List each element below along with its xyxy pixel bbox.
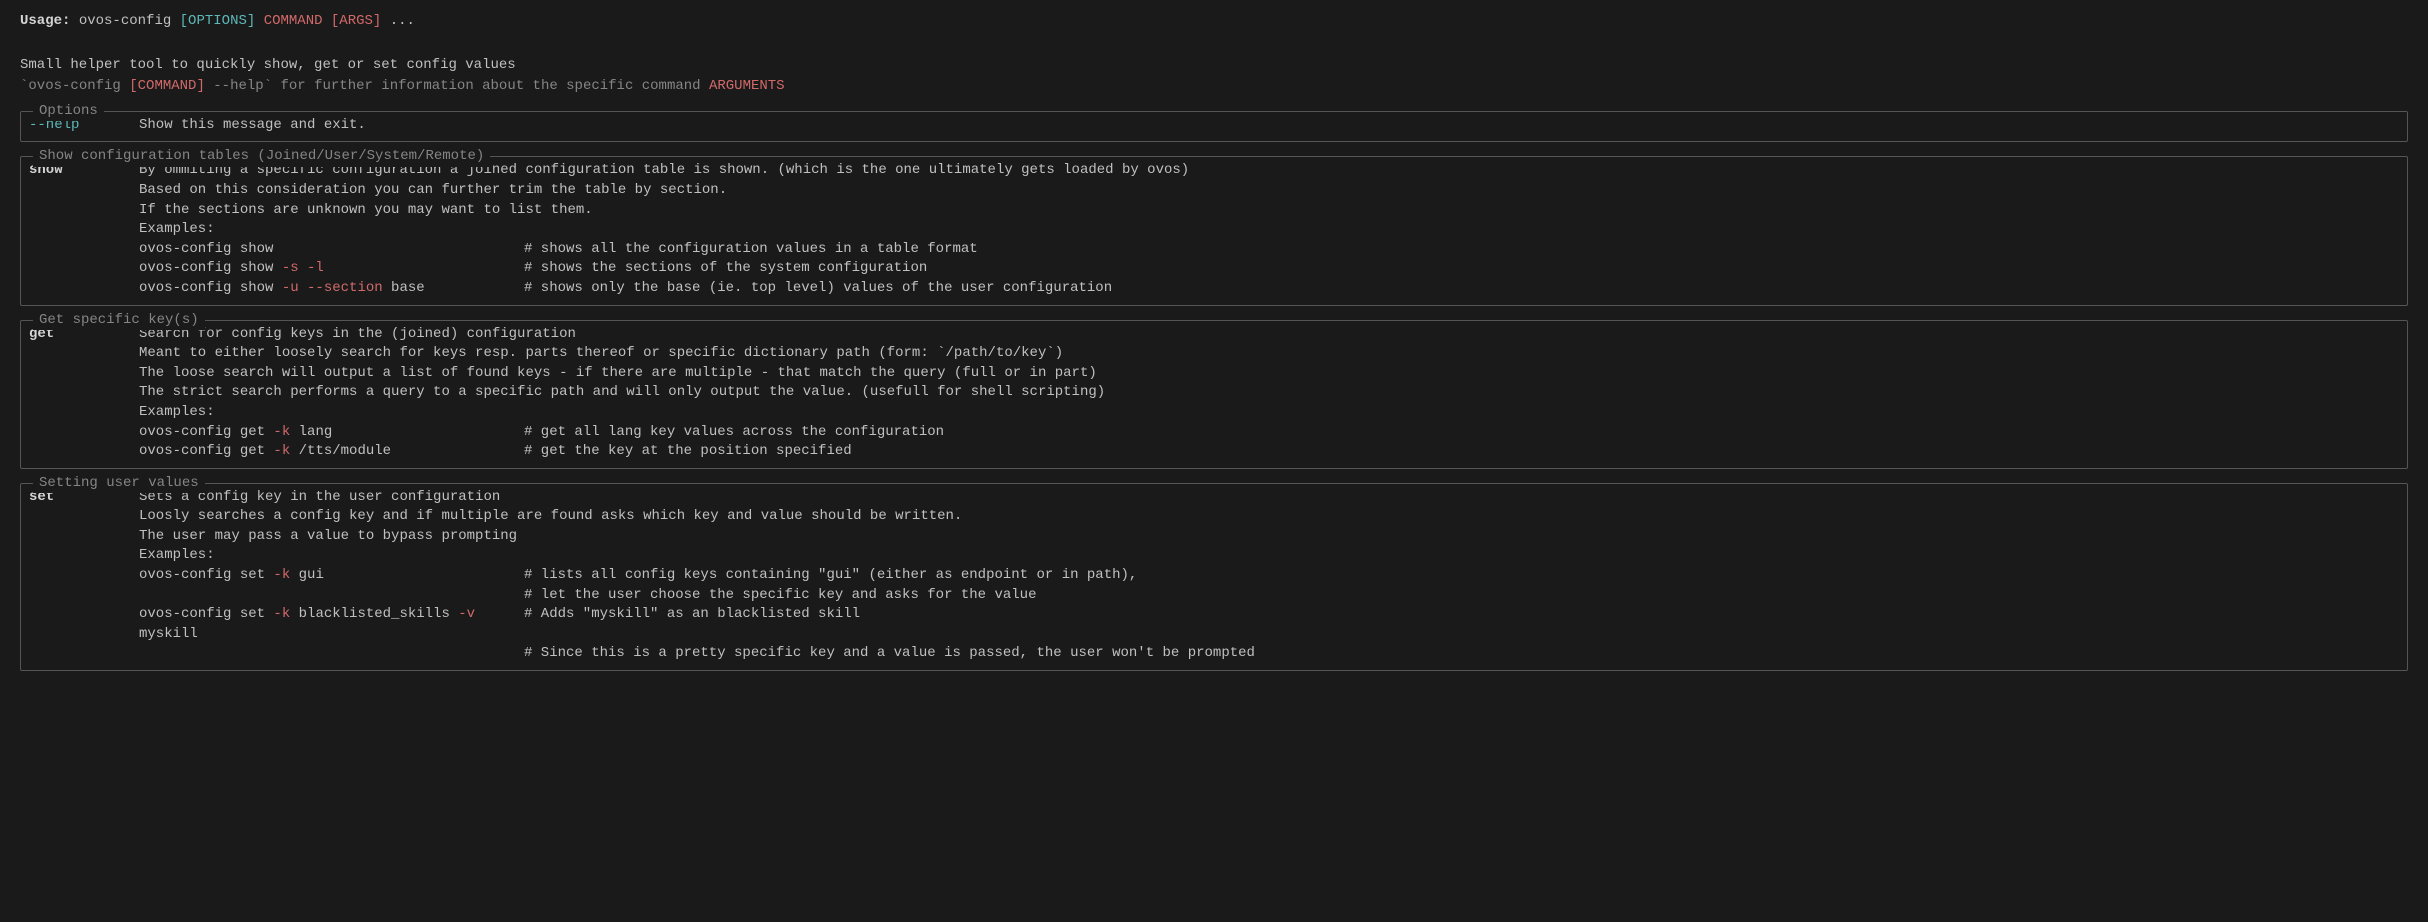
set-section-title: Setting user values [33, 474, 205, 494]
description-line1: Small helper tool to quickly show, get o… [20, 56, 2408, 76]
get-line4: The strict search performs a query to a … [139, 383, 2399, 403]
get-ex2-flags: -k [273, 443, 290, 459]
set-line3: The user may pass a value to bypass prom… [139, 527, 2399, 547]
usage-ellipsis: ... [390, 13, 415, 29]
usage-line: Usage: ovos-config [OPTIONS] COMMAND [AR… [20, 12, 2408, 32]
set-line2: Loosly searches a config key and if mult… [139, 507, 2399, 527]
usage-command: COMMAND [264, 13, 323, 29]
get-ex2-comment: # get the key at the position specified [524, 442, 852, 462]
usage-label: Usage: [20, 13, 70, 29]
get-line1: Search for config keys in the (joined) c… [139, 325, 2399, 345]
usage-cmd: ovos-config [79, 13, 171, 29]
set-line1: Sets a config key in the user configurat… [139, 488, 2399, 508]
options-help-row: --help Show this message and exit. [29, 116, 2399, 136]
get-line2: Meant to either loosely search for keys … [139, 344, 2399, 364]
options-title: Options [33, 102, 104, 122]
set-examples-label: Examples: [139, 546, 2399, 566]
show-ex1-comment: # shows all the configuration values in … [524, 240, 978, 260]
set-ex2-comment2: # Since this is a pretty specific key an… [524, 644, 1255, 664]
set-ex2-comment: # Adds "myskill" as an blacklisted skill [524, 605, 860, 644]
options-box: Options --help Show this message and exi… [20, 111, 2408, 143]
show-line3: If the sections are unknown you may want… [139, 201, 2399, 221]
show-ex3-flags: -u --section [282, 280, 383, 296]
set-ex1-comment: # lists all config keys containing "gui"… [524, 566, 1137, 586]
show-examples-label: Examples: [139, 220, 2399, 240]
get-section-box: Get specific key(s) get Search for confi… [20, 320, 2408, 469]
set-ex2-flags1: -k [273, 606, 290, 622]
get-examples-label: Examples: [139, 403, 2399, 423]
show-ex2-flags: -s -l [282, 260, 324, 276]
usage-options: [OPTIONS] [180, 13, 256, 29]
set-section-box: Setting user values set Sets a config ke… [20, 483, 2408, 671]
set-ex1-flags: -k [273, 567, 290, 583]
help-desc: Show this message and exit. [139, 116, 2399, 136]
get-section-title: Get specific key(s) [33, 311, 205, 331]
set-ex1-comment2: # let the user choose the specific key a… [524, 586, 1036, 606]
description-line2: `ovos-config [COMMAND] --help` for furth… [20, 77, 2408, 97]
show-ex2-comment: # shows the sections of the system confi… [524, 259, 927, 279]
show-ex1-cmd: ovos-config show [139, 240, 524, 260]
show-section-title: Show configuration tables (Joined/User/S… [33, 147, 490, 167]
get-line3: The loose search will output a list of f… [139, 364, 2399, 384]
get-ex1-flags: -k [273, 424, 290, 440]
show-ex3-comment: # shows only the base (ie. top level) va… [524, 279, 1112, 299]
set-ex2-flags2: -v [458, 606, 475, 622]
get-ex1-comment: # get all lang key values across the con… [524, 423, 944, 443]
show-line2: Based on this consideration you can furt… [139, 181, 2399, 201]
show-section-box: Show configuration tables (Joined/User/S… [20, 156, 2408, 305]
usage-args: [ARGS] [331, 13, 381, 29]
